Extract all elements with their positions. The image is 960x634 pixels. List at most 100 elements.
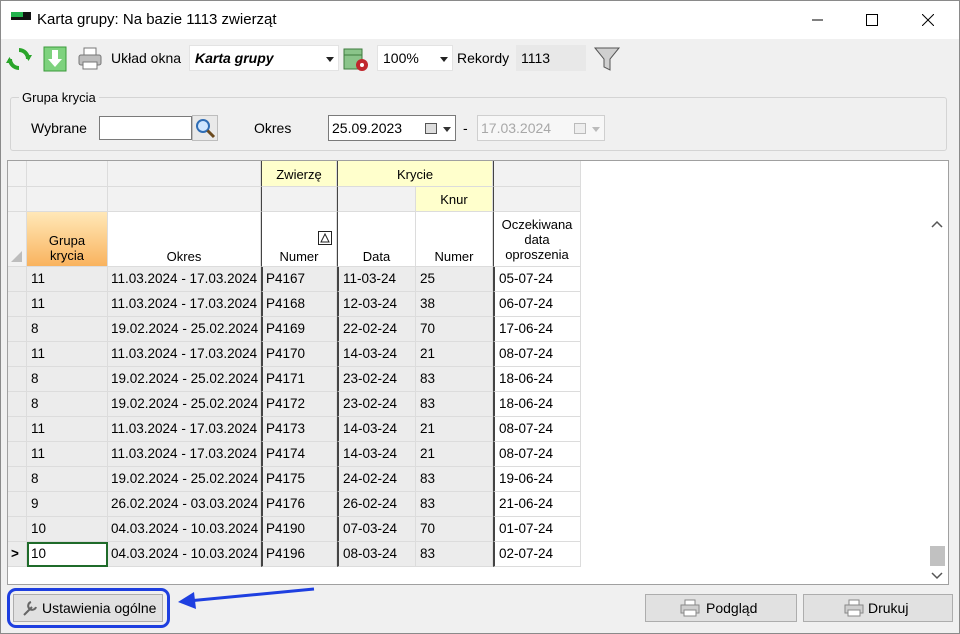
cell-okres[interactable]: 19.02.2024 - 25.02.2024 — [108, 392, 261, 417]
row-header[interactable] — [8, 467, 27, 492]
refresh-icon[interactable] — [5, 45, 33, 73]
cell-grupa[interactable]: 8 — [27, 392, 108, 417]
cell-data[interactable]: 14-03-24 — [337, 342, 416, 367]
cell-numer[interactable]: P4170 — [261, 342, 337, 367]
row-header[interactable] — [8, 292, 27, 317]
cell-okres[interactable]: 19.02.2024 - 25.02.2024 — [108, 317, 261, 342]
close-button[interactable] — [905, 1, 951, 39]
selected-input[interactable] — [99, 116, 192, 140]
cell-okres[interactable]: 11.03.2024 - 17.03.2024 — [108, 267, 261, 292]
header-knur-numer[interactable]: Numer — [416, 212, 493, 267]
vertical-scrollbar[interactable] — [926, 161, 948, 584]
preview-button[interactable]: Podgląd — [645, 594, 797, 622]
cell-grupa[interactable]: 10 — [27, 542, 108, 567]
printer-icon[interactable] — [76, 45, 104, 73]
download-icon[interactable] — [41, 45, 69, 73]
cell-grupa[interactable]: 10 — [27, 517, 108, 542]
cell-okres[interactable]: 11.03.2024 - 17.03.2024 — [108, 442, 261, 467]
cell-oczekiwana[interactable]: 05-07-24 — [493, 267, 581, 292]
cell-grupa[interactable]: 8 — [27, 367, 108, 392]
row-header[interactable] — [8, 317, 27, 342]
cell-knur[interactable]: 70 — [416, 517, 493, 542]
cell-oczekiwana[interactable]: 02-07-24 — [493, 542, 581, 567]
cell-knur[interactable]: 21 — [416, 342, 493, 367]
row-header[interactable] — [8, 492, 27, 517]
cell-grupa[interactable]: 11 — [27, 342, 108, 367]
header-oczekiwana[interactable]: Oczekiwana data oproszenia — [493, 212, 581, 267]
cell-numer[interactable]: P4168 — [261, 292, 337, 317]
row-header[interactable] — [8, 267, 27, 292]
cell-oczekiwana[interactable]: 08-07-24 — [493, 442, 581, 467]
data-grid[interactable]: Zwierzę Krycie Knur Grupa krycia Okres N… — [7, 160, 949, 585]
row-header[interactable] — [8, 417, 27, 442]
cell-knur[interactable]: 38 — [416, 292, 493, 317]
row-header[interactable]: > — [8, 542, 27, 567]
cell-okres[interactable]: 04.03.2024 - 10.03.2024 — [108, 542, 261, 567]
cell-okres[interactable]: 11.03.2024 - 17.03.2024 — [108, 292, 261, 317]
cell-okres[interactable]: 11.03.2024 - 17.03.2024 — [108, 417, 261, 442]
cell-data[interactable]: 08-03-24 — [337, 542, 416, 567]
row-header[interactable] — [8, 342, 27, 367]
cell-knur[interactable]: 83 — [416, 392, 493, 417]
cell-data[interactable]: 22-02-24 — [337, 317, 416, 342]
cell-numer[interactable]: P4176 — [261, 492, 337, 517]
maximize-button[interactable] — [849, 1, 895, 39]
row-header[interactable] — [8, 367, 27, 392]
cell-numer[interactable]: P4171 — [261, 367, 337, 392]
cell-numer[interactable]: P4174 — [261, 442, 337, 467]
cell-knur[interactable]: 70 — [416, 317, 493, 342]
header-okres[interactable]: Okres — [108, 212, 261, 267]
layout-settings-icon[interactable] — [342, 45, 370, 73]
row-header[interactable] — [8, 517, 27, 542]
cell-oczekiwana[interactable]: 18-06-24 — [493, 367, 581, 392]
cell-okres[interactable]: 26.02.2024 - 03.03.2024 — [108, 492, 261, 517]
search-button[interactable] — [192, 115, 218, 141]
cell-grupa[interactable]: 8 — [27, 317, 108, 342]
cell-knur[interactable]: 25 — [416, 267, 493, 292]
cell-knur[interactable]: 21 — [416, 442, 493, 467]
cell-oczekiwana[interactable]: 18-06-24 — [493, 392, 581, 417]
cell-grupa[interactable]: 11 — [27, 292, 108, 317]
cell-grupa[interactable]: 11 — [27, 442, 108, 467]
cell-data[interactable]: 11-03-24 — [337, 267, 416, 292]
cell-numer[interactable]: P4172 — [261, 392, 337, 417]
cell-knur[interactable]: 83 — [416, 367, 493, 392]
cell-numer[interactable]: P4190 — [261, 517, 337, 542]
cell-oczekiwana[interactable]: 21-06-24 — [493, 492, 581, 517]
layout-select[interactable]: Karta grupy — [189, 45, 339, 71]
cell-oczekiwana[interactable]: 06-07-24 — [493, 292, 581, 317]
cell-data[interactable]: 07-03-24 — [337, 517, 416, 542]
cell-knur[interactable]: 83 — [416, 542, 493, 567]
cell-numer[interactable]: P4173 — [261, 417, 337, 442]
zoom-select[interactable]: 100% — [377, 45, 453, 71]
cell-oczekiwana[interactable]: 01-07-24 — [493, 517, 581, 542]
cell-oczekiwana[interactable]: 17-06-24 — [493, 317, 581, 342]
cell-data[interactable]: 26-02-24 — [337, 492, 416, 517]
cell-okres[interactable]: 19.02.2024 - 25.02.2024 — [108, 467, 261, 492]
cell-knur[interactable]: 83 — [416, 492, 493, 517]
cell-okres[interactable]: 04.03.2024 - 10.03.2024 — [108, 517, 261, 542]
header-data[interactable]: Data — [337, 212, 416, 267]
cell-oczekiwana[interactable]: 08-07-24 — [493, 417, 581, 442]
cell-data[interactable]: 14-03-24 — [337, 417, 416, 442]
cell-data[interactable]: 14-03-24 — [337, 442, 416, 467]
row-header[interactable] — [8, 392, 27, 417]
cell-data[interactable]: 23-02-24 — [337, 392, 416, 417]
cell-oczekiwana[interactable]: 19-06-24 — [493, 467, 581, 492]
header-numer[interactable]: Numer — [261, 212, 337, 267]
cell-knur[interactable]: 21 — [416, 417, 493, 442]
cell-grupa[interactable]: 8 — [27, 467, 108, 492]
row-header[interactable] — [8, 442, 27, 467]
cell-okres[interactable]: 19.02.2024 - 25.02.2024 — [108, 367, 261, 392]
print-button[interactable]: Drukuj — [803, 594, 953, 622]
cell-okres[interactable]: 11.03.2024 - 17.03.2024 — [108, 342, 261, 367]
cell-data[interactable]: 24-02-24 — [337, 467, 416, 492]
cell-grupa[interactable]: 11 — [27, 267, 108, 292]
cell-data[interactable]: 23-02-24 — [337, 367, 416, 392]
minimize-button[interactable] — [795, 1, 841, 39]
cell-numer[interactable]: P4196 — [261, 542, 337, 567]
cell-oczekiwana[interactable]: 08-07-24 — [493, 342, 581, 367]
cell-numer[interactable]: P4169 — [261, 317, 337, 342]
scrollbar-thumb[interactable] — [930, 546, 945, 566]
cell-knur[interactable]: 83 — [416, 467, 493, 492]
